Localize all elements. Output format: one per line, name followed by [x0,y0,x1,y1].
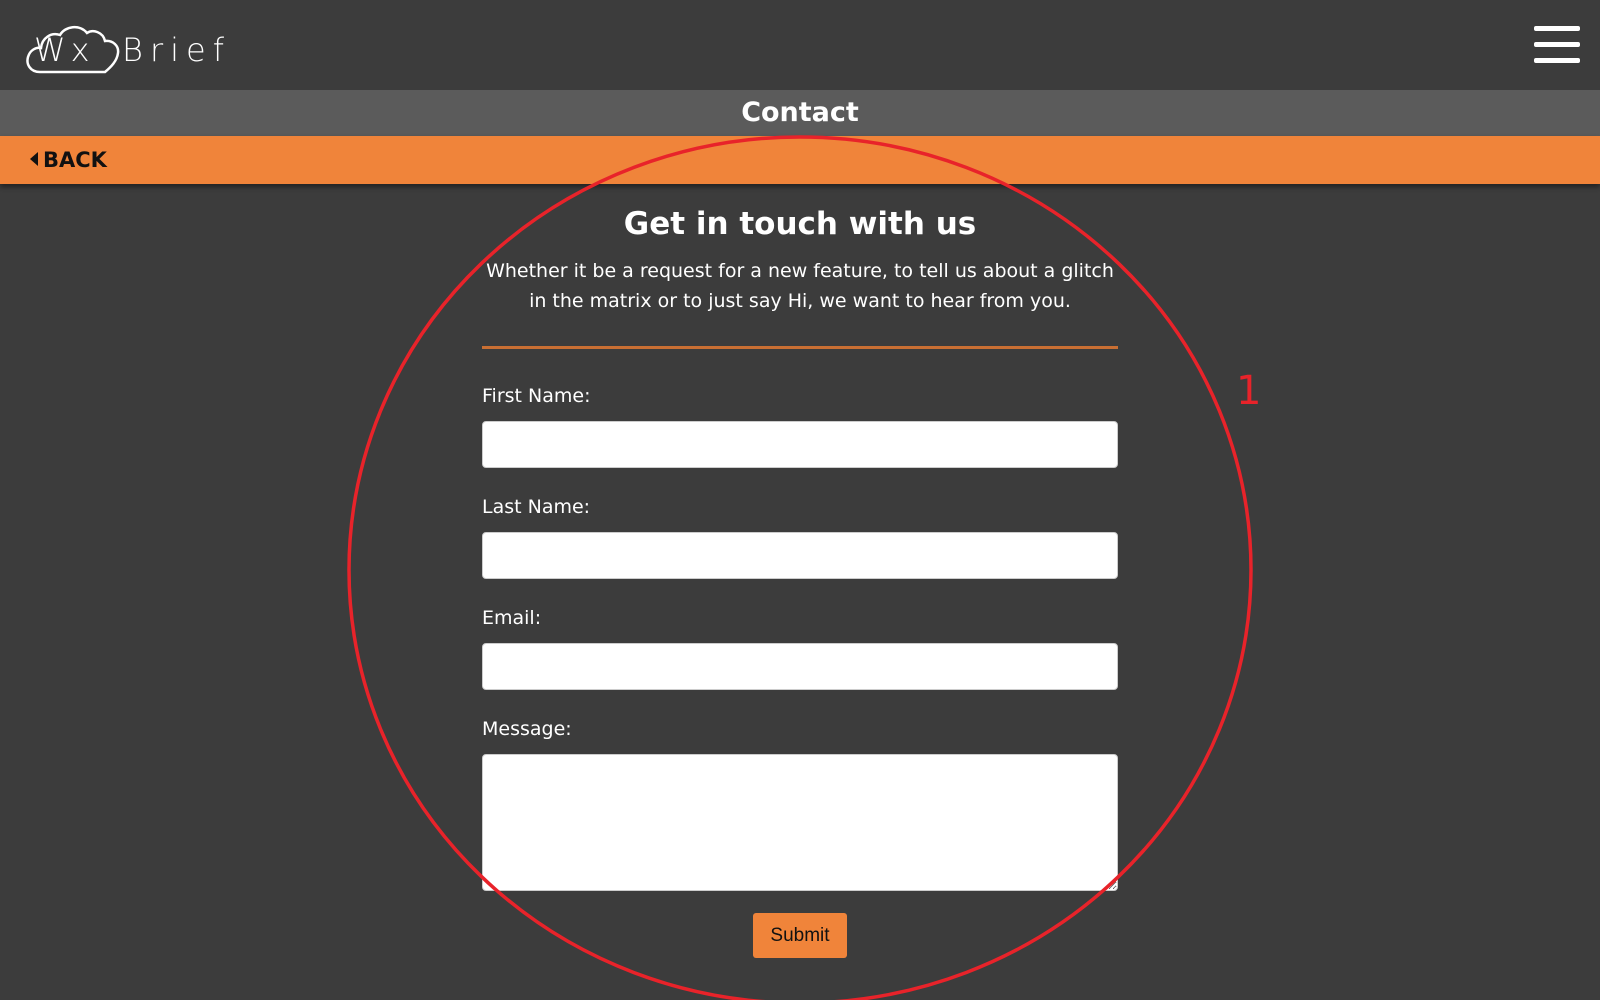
submit-button[interactable]: Submit [753,913,847,958]
first-name-label: First Name: [482,385,591,407]
caret-left-icon [30,152,38,166]
contact-form: Get in touch with us Whether it be a req… [482,184,1118,958]
hamburger-line [1534,26,1580,31]
page-title-bar: Contact [0,90,1600,136]
back-bar: BACK [0,136,1600,184]
logo-brief-text: Brief [122,31,231,69]
message-field[interactable] [482,754,1118,891]
hamburger-line [1534,58,1580,63]
annotation-label: 1 [1236,368,1262,414]
form-heading: Get in touch with us [623,206,977,242]
top-header: Wx Brief [0,0,1600,90]
divider [482,346,1118,349]
email-label: Email: [482,607,542,629]
logo-wx-text: Wx [34,31,95,69]
back-button[interactable]: BACK [30,136,107,184]
form-intro: Whether it be a request for a new featur… [486,260,1114,312]
wxbrief-logo[interactable]: Wx Brief [26,20,256,74]
email-field[interactable] [482,643,1118,690]
message-label: Message: [482,718,572,740]
last-name-label: Last Name: [482,496,591,518]
back-label: BACK [43,148,107,172]
hamburger-line [1534,42,1580,47]
hamburger-menu-icon[interactable] [1534,24,1580,66]
first-name-field[interactable] [482,421,1118,468]
last-name-field[interactable] [482,532,1118,579]
page-title: Contact [741,97,859,128]
